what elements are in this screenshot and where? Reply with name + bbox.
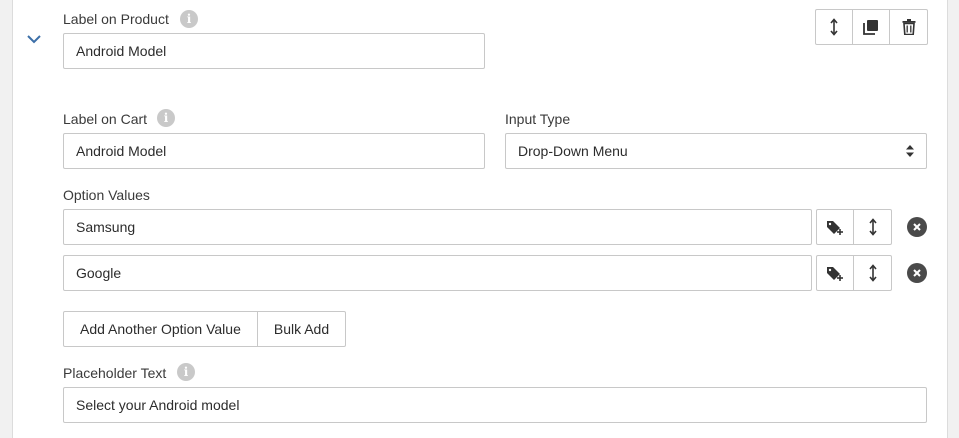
remove-circle-icon [913,269,921,277]
remove-circle-icon [913,223,921,231]
info-icon[interactable]: i [157,109,175,127]
label-on-product-input[interactable]: Android Model [63,33,485,69]
reorder-button[interactable] [854,210,891,244]
input-type-value: Drop-Down Menu [518,143,628,159]
up-down-arrows-icon [830,18,838,36]
duplicate-button[interactable] [853,10,890,44]
select-arrows-icon [906,145,914,157]
option-value-input[interactable]: Google [63,255,812,291]
info-icon[interactable]: i [177,363,195,381]
add-another-option-value-button[interactable]: Add Another Option Value [64,312,258,346]
chevron-down-icon[interactable] [27,34,41,44]
input-type-label: Input Type [505,111,571,127]
placeholder-text-input[interactable]: Select your Android model [63,387,927,423]
trash-icon [902,19,915,35]
placeholder-text-label: Placeholder Text [63,365,167,381]
tag-plus-icon [827,221,843,235]
option-actions [815,9,928,45]
tag-plus-icon [827,267,843,281]
option-value-add-group: Add Another Option Value Bulk Add [63,311,347,347]
reorder-button[interactable] [816,10,853,44]
reorder-button[interactable] [854,256,891,290]
up-down-arrows-icon [868,218,877,236]
info-icon[interactable]: i [180,10,198,28]
option-value-actions [816,255,892,291]
remove-option-button[interactable] [907,217,927,237]
bulk-add-button[interactable]: Bulk Add [258,312,345,346]
label-on-cart-input[interactable]: Android Model [63,133,485,169]
copy-icon [863,20,878,35]
option-value-actions [816,209,892,245]
delete-button[interactable] [890,10,927,44]
add-price-button[interactable] [817,256,854,290]
option-value-input[interactable]: Samsung [63,209,812,245]
input-type-select[interactable]: Drop-Down Menu [505,133,927,169]
label-on-cart-label: Label on Cart [63,111,148,127]
option-values-label: Option Values [63,187,150,203]
remove-option-button[interactable] [907,263,927,283]
up-down-arrows-icon [868,264,877,282]
add-price-button[interactable] [817,210,854,244]
label-on-product-label: Label on Product [63,11,169,27]
